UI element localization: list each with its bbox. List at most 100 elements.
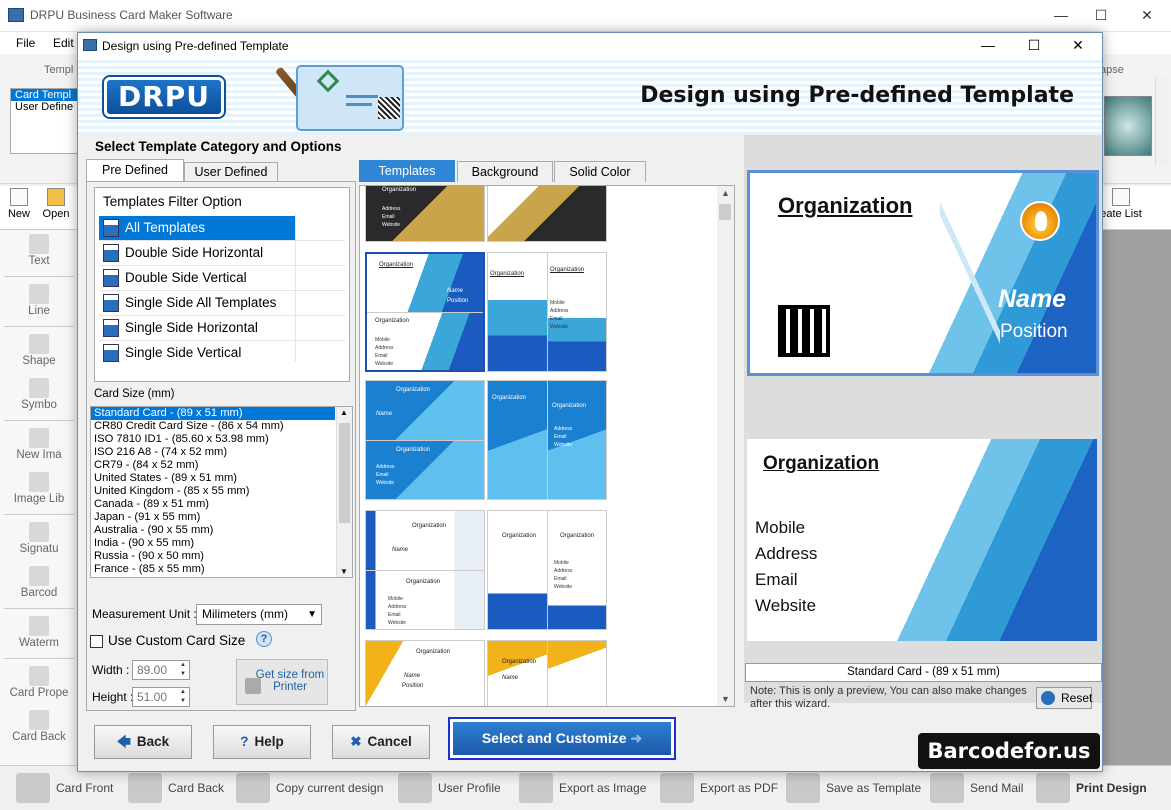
card-size-item[interactable]: United States - (89 x 51 mm): [91, 472, 335, 485]
print-design-button[interactable]: Print Design: [1036, 766, 1147, 810]
save-template-button[interactable]: Save as Template: [786, 766, 921, 810]
help-icon[interactable]: ?: [256, 631, 272, 647]
template-thumbnail[interactable]: Organization Organization Address Email …: [487, 380, 607, 500]
filter-item-all[interactable]: All Templates: [99, 216, 295, 240]
reset-button[interactable]: Reset: [1036, 687, 1092, 709]
select-and-customize-button[interactable]: Select and Customize ➜: [448, 717, 676, 760]
cancel-button[interactable]: ✖ Cancel: [332, 725, 430, 759]
filter-item-single-all[interactable]: Single Side All Templates: [99, 291, 295, 315]
sigma-icon: [1112, 188, 1130, 206]
height-field[interactable]: 51.00 ▲ ▼: [132, 687, 190, 707]
get-size-from-printer-button[interactable]: Get size from Printer: [236, 659, 328, 705]
card-size-item[interactable]: CR80 Credit Card Size - (86 x 54 mm): [91, 420, 335, 433]
create-list-button[interactable]: eate List: [1097, 188, 1145, 220]
mail-icon: [930, 773, 964, 803]
template-thumbnail[interactable]: Organization Organization Mobile Address…: [487, 252, 607, 372]
tab-background[interactable]: Background: [457, 161, 553, 182]
card-size-scrollbar[interactable]: ▲ ▼: [336, 407, 352, 577]
template-dialog: Design using Pre-defined Template — ☐ ✕ …: [77, 32, 1103, 772]
copy-design-button[interactable]: Copy current design: [236, 766, 383, 810]
tool-card-properties[interactable]: Card Prope: [0, 666, 78, 699]
width-label: Width :: [92, 663, 130, 677]
template-thumbnail[interactable]: Organization Name Position: [365, 640, 485, 706]
pdf-icon: [660, 773, 694, 803]
template-list-item[interactable]: User Define: [11, 101, 77, 113]
export-pdf-button[interactable]: Export as PDF: [660, 766, 778, 810]
filter-item-single-horizontal[interactable]: Single Side Horizontal: [99, 316, 295, 340]
spinner-icon[interactable]: ▲ ▼: [177, 661, 189, 679]
template-thumbnail[interactable]: Organization Organization Mobile Address…: [487, 510, 607, 630]
tool-text[interactable]: Text: [0, 234, 78, 267]
tool-image-library[interactable]: Image Lib: [0, 472, 78, 505]
card-back-button[interactable]: Card Back: [128, 766, 224, 810]
tool-symbol[interactable]: Symbo: [0, 378, 78, 411]
dialog-banner: DRPU Design using Pre-defined Template: [78, 59, 1102, 135]
card-size-list[interactable]: Standard Card - (89 x 51 mm) CR80 Credit…: [90, 406, 353, 578]
card-size-item[interactable]: France - (85 x 55 mm): [91, 563, 335, 576]
tab-pre-defined[interactable]: Pre Defined: [86, 159, 184, 181]
new-button[interactable]: New: [6, 188, 32, 220]
card-size-item[interactable]: Australia - (90 x 55 mm): [91, 524, 335, 537]
send-mail-button[interactable]: Send Mail: [930, 766, 1023, 810]
preview-line: Mobile: [755, 518, 806, 537]
scroll-down-icon[interactable]: ▼: [721, 694, 730, 704]
scroll-up-icon[interactable]: ▲: [340, 408, 348, 417]
close-icon[interactable]: ✕: [1124, 0, 1170, 32]
menu-file[interactable]: File: [16, 36, 35, 50]
template-thumbnail[interactable]: Organization Name: [487, 640, 607, 706]
tool-line[interactable]: Line: [0, 284, 78, 317]
measurement-select[interactable]: Milimeters (mm) ▼: [196, 604, 322, 625]
tool-watermark[interactable]: Waterm: [0, 616, 78, 649]
help-button[interactable]: ? Help: [213, 725, 311, 759]
filter-item-double-horizontal[interactable]: Double Side Horizontal: [99, 241, 295, 265]
card-size-item[interactable]: United Kingdom - (85 x 55 mm): [91, 485, 335, 498]
tab-templates[interactable]: Templates: [359, 160, 455, 182]
template-grid-scrollbar[interactable]: ▲ ▼: [717, 186, 734, 706]
card-front-button[interactable]: Card Front: [16, 766, 113, 810]
card-size-item[interactable]: India - (90 x 55 mm): [91, 537, 335, 550]
user-profile-button[interactable]: User Profile: [398, 766, 501, 810]
tool-shape[interactable]: Shape: [0, 334, 78, 367]
copy-icon: [236, 773, 270, 803]
tab-solid-color[interactable]: Solid Color: [554, 161, 646, 182]
back-button[interactable]: 🡄 Back: [94, 725, 192, 759]
card-size-item[interactable]: Standard Card - (89 x 51 mm): [91, 407, 335, 420]
template-thumbnail[interactable]: [487, 186, 607, 242]
card-size-item[interactable]: ISO 216 A8 - (74 x 52 mm): [91, 446, 335, 459]
width-field[interactable]: 89.00 ▲ ▼: [132, 660, 190, 680]
ribbon-scrollbar[interactable]: [1155, 76, 1169, 166]
template-thumbnail[interactable]: Organization Name Organization Mobile Ad…: [365, 510, 485, 630]
card-size-item[interactable]: Canada - (89 x 51 mm): [91, 498, 335, 511]
measurement-label: Measurement Unit :: [92, 607, 197, 621]
scroll-up-icon[interactable]: ▲: [721, 188, 730, 198]
dialog-maximize-icon[interactable]: ☐: [1012, 33, 1056, 59]
custom-size-checkbox[interactable]: [90, 635, 103, 648]
tool-signature[interactable]: Signatu: [0, 522, 78, 555]
card-size-item[interactable]: Russia - (90 x 50 mm): [91, 550, 335, 563]
template-thumbnail-selected[interactable]: Organization Name Position Organization …: [365, 252, 485, 372]
maximize-icon[interactable]: ☐: [1078, 0, 1124, 32]
tool-card-background[interactable]: Card Back: [0, 710, 78, 743]
template-thumbnail[interactable]: Organization Name Organization Address E…: [365, 380, 485, 500]
dialog-minimize-icon[interactable]: —: [966, 33, 1010, 59]
card-size-item[interactable]: Japan - (91 x 55 mm): [91, 511, 335, 524]
open-button[interactable]: Open: [40, 188, 72, 220]
template-list-item[interactable]: Card Templ: [11, 89, 77, 101]
preview-organization: Organization: [778, 193, 913, 218]
filter-item-single-vertical[interactable]: Single Side Vertical: [99, 341, 295, 365]
template-list[interactable]: Card Templ User Define: [10, 88, 78, 154]
card-size-item[interactable]: CR79 - (84 x 52 mm): [91, 459, 335, 472]
tool-new-image[interactable]: New Ima: [0, 428, 78, 461]
scroll-down-icon[interactable]: ▼: [340, 567, 348, 576]
menu-edit[interactable]: Edit: [53, 36, 74, 50]
card-size-item[interactable]: ISO 7810 ID1 - (85.60 x 53.98 mm): [91, 433, 335, 446]
business-card-icon: [296, 65, 404, 131]
barcodefor-us-logo: Barcodefor.us: [918, 733, 1100, 769]
export-image-button[interactable]: Export as Image: [519, 766, 646, 810]
spinner-icon[interactable]: ▲ ▼: [177, 688, 189, 706]
dialog-close-icon[interactable]: ✕: [1056, 33, 1100, 59]
tool-barcode[interactable]: Barcod: [0, 566, 78, 599]
template-thumbnail[interactable]: Organization Address Email Website: [365, 186, 485, 242]
tab-user-defined[interactable]: User Defined: [184, 162, 278, 181]
filter-item-double-vertical[interactable]: Double Side Vertical: [99, 266, 295, 290]
